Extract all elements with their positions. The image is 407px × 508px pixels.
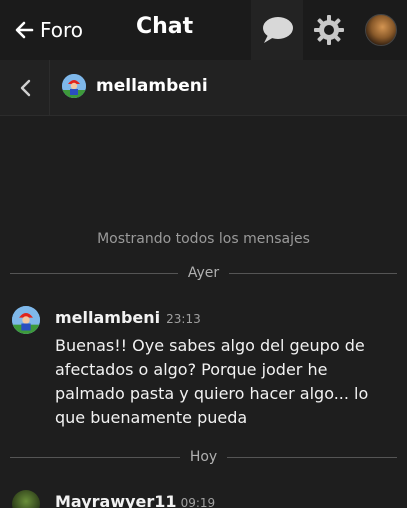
message-time: 09:19 — [180, 496, 216, 508]
arrow-left-icon — [15, 21, 34, 39]
chevron-left-icon — [20, 79, 30, 97]
message-header: mellambeni 23:13 — [55, 308, 201, 327]
message-header: Mayrawyer11 09:19 — [55, 492, 215, 508]
avatar[interactable] — [12, 490, 40, 508]
settings-button[interactable] — [303, 0, 355, 60]
history-notice: Mostrando todos los mensajes — [97, 231, 310, 247]
message-author[interactable]: Mayrawyer11 — [55, 492, 177, 508]
channel-user[interactable]: mellambeni — [62, 74, 208, 98]
user-avatar — [365, 14, 397, 46]
message-avatar[interactable] — [12, 306, 40, 334]
back-to-forum-button[interactable]: Foro — [14, 15, 83, 45]
top-bar: Foro Chat — [0, 0, 407, 60]
message-text: Buenas!! Oye sabes algo del geupo de afe… — [55, 336, 369, 427]
avatar — [12, 306, 40, 334]
date-divider-label: Hoy — [189, 449, 218, 465]
channel-username: mellambeni — [96, 76, 208, 96]
chat-bubble-icon — [263, 17, 293, 43]
back-label: Foro — [40, 18, 84, 42]
back-button[interactable] — [0, 60, 50, 116]
chat-button[interactable] — [251, 0, 303, 60]
chat-message: Mayrawyer11 09:19 — [12, 488, 397, 508]
chat-channel-bar: mellambeni — [0, 60, 407, 116]
date-divider: Hoy — [10, 447, 398, 467]
message-list: Mostrando todos los mensajes Ayer mellam… — [0, 116, 407, 508]
user-menu-button[interactable] — [355, 0, 407, 60]
user-avatar — [62, 74, 86, 98]
date-divider-label: Ayer — [187, 265, 220, 281]
gear-icon — [314, 15, 344, 45]
header-actions — [251, 0, 407, 60]
message-time: 23:13 — [166, 312, 201, 326]
message-author[interactable]: mellambeni — [55, 308, 160, 327]
page-title: Chat — [136, 14, 194, 39]
date-divider: Ayer — [10, 263, 397, 283]
